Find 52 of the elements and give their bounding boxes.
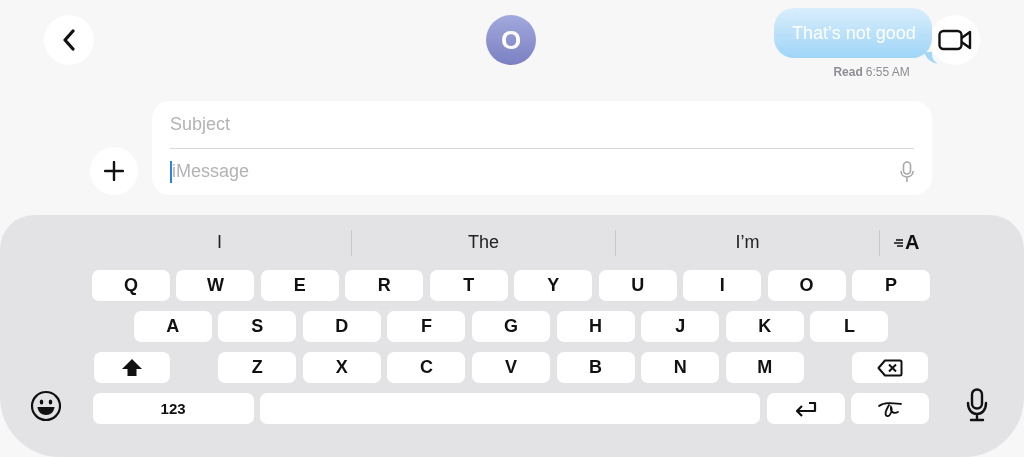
letter-key[interactable]: I: [683, 270, 762, 301]
letter-key[interactable]: O: [767, 270, 846, 301]
read-status: Read: [833, 65, 863, 79]
letter-key[interactable]: R: [345, 270, 424, 301]
add-button[interactable]: [90, 147, 138, 195]
video-call-button[interactable]: [929, 15, 980, 65]
plus-icon: [104, 161, 124, 181]
read-time: 6:55 AM: [865, 65, 910, 79]
video-camera-icon: [937, 29, 972, 51]
letter-key[interactable]: Q: [92, 270, 170, 301]
letter-key[interactable]: J: [641, 311, 720, 342]
letter-key[interactable]: L: [810, 311, 889, 342]
emoji-button[interactable]: [30, 390, 62, 422]
letter-key[interactable]: A: [133, 311, 212, 342]
dictation-button[interactable]: [966, 388, 988, 422]
letter-key[interactable]: P: [852, 270, 930, 301]
letter-key[interactable]: C: [387, 352, 466, 383]
letter-key[interactable]: G: [472, 311, 550, 342]
text-format-button[interactable]: A: [894, 231, 920, 254]
handwriting-key[interactable]: [851, 393, 930, 424]
letter-key[interactable]: S: [218, 311, 297, 342]
letter-key[interactable]: N: [641, 352, 720, 383]
scribble-icon: [876, 399, 905, 418]
bubble-tail: [923, 52, 938, 64]
letter-key[interactable]: E: [260, 270, 339, 301]
letter-key[interactable]: B: [556, 352, 635, 383]
suggestion[interactable]: I’m: [616, 231, 879, 254]
suggestion[interactable]: I: [88, 231, 351, 254]
delete-key[interactable]: [852, 352, 929, 383]
subject-field[interactable]: Subject: [170, 113, 402, 135]
backspace-icon: [877, 358, 904, 377]
letter-key[interactable]: Y: [514, 270, 593, 301]
text-cursor: [170, 160, 172, 183]
letter-key[interactable]: F: [387, 311, 466, 342]
arrow-up-icon: [120, 357, 143, 378]
letter-key[interactable]: W: [176, 270, 255, 301]
back-button[interactable]: [44, 15, 94, 65]
letter-key[interactable]: V: [472, 352, 550, 383]
letter-key[interactable]: X: [302, 352, 381, 383]
letter-key[interactable]: U: [598, 270, 677, 301]
numbers-key[interactable]: 123: [92, 393, 254, 424]
letter-key[interactable]: D: [302, 311, 381, 342]
return-key[interactable]: [766, 393, 845, 424]
letter-key[interactable]: T: [429, 270, 508, 301]
letter-key[interactable]: Z: [218, 352, 297, 383]
letter-key[interactable]: K: [725, 311, 804, 342]
letter-key[interactable]: H: [556, 311, 635, 342]
suggestion[interactable]: The: [352, 231, 615, 254]
chevron-left-icon: [62, 29, 76, 51]
shift-key[interactable]: [93, 352, 170, 383]
message-field[interactable]: iMessage: [172, 161, 892, 183]
letter-key[interactable]: M: [725, 352, 804, 383]
